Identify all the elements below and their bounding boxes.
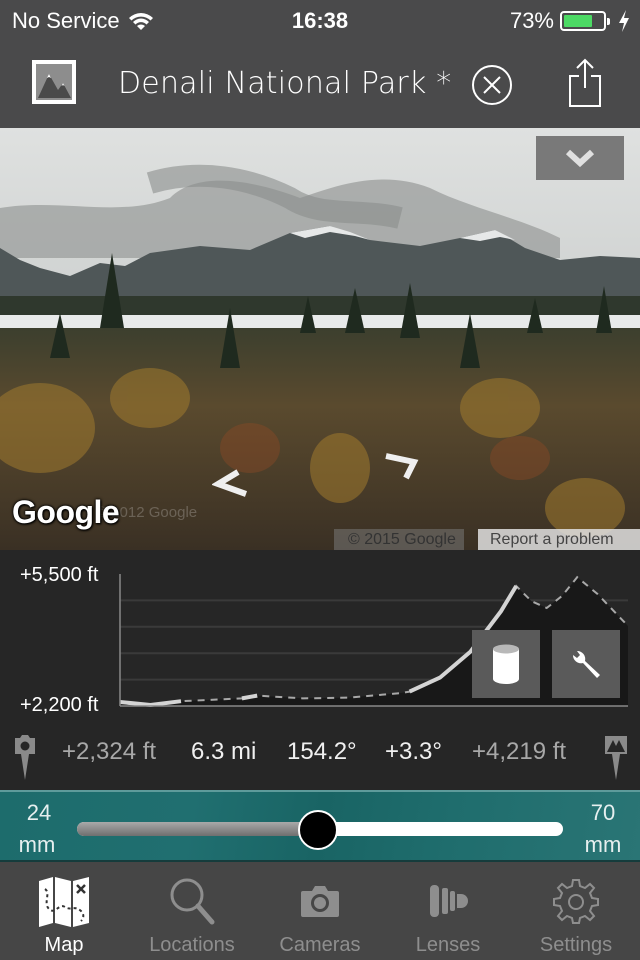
location-thumbnail[interactable] — [32, 60, 76, 104]
tab-cameras[interactable]: Cameras — [256, 862, 384, 960]
database-icon — [493, 644, 519, 684]
subject-elevation: +4,219 ft — [472, 738, 567, 765]
search-icon — [170, 878, 215, 925]
tab-lenses[interactable]: Lenses — [384, 862, 512, 960]
y-max-label: +5,500 ft — [20, 564, 99, 586]
gear-icon — [553, 879, 599, 924]
chevron-right-icon[interactable] — [384, 450, 424, 480]
y-min-label: +2,200 ft — [20, 694, 99, 716]
copyright-label: © 2015 Google — [334, 529, 464, 550]
chevron-left-icon[interactable] — [212, 468, 252, 498]
slider-max-unit: mm — [584, 832, 622, 857]
mountain-icon — [36, 64, 72, 100]
camera-elevation: +2,324 ft — [62, 738, 157, 765]
battery-level — [564, 15, 592, 27]
mountain-pin-icon[interactable] — [603, 734, 629, 782]
slider-track-filled — [77, 822, 320, 836]
camera-icon — [301, 886, 339, 917]
map-icon — [39, 877, 89, 927]
tab-bar: Map Locations Cameras Lenses Settings — [0, 862, 640, 960]
slider-max-value: 70 — [590, 800, 616, 825]
elevation-data-button[interactable] — [472, 630, 540, 698]
elevation-stats-row: +2,324 ft 6.3 mi 154.2° +3.3° +4,219 ft — [0, 726, 640, 780]
google-logo: Google — [12, 494, 120, 530]
slider-min-value: 24 — [26, 800, 52, 825]
street-view-panorama[interactable]: © 2012 Google — [0, 128, 640, 550]
nav-bar: Denali National Park * — [0, 42, 640, 128]
tab-label: Lenses — [415, 934, 481, 956]
charging-bolt-icon — [619, 10, 629, 32]
tab-label: Map — [44, 934, 84, 956]
battery-icon — [560, 11, 610, 31]
bearing-value: 154.2° — [287, 738, 357, 765]
tab-settings[interactable]: Settings — [512, 862, 640, 960]
focal-length-panel: 24 mm 70 mm — [0, 790, 640, 862]
elevation-profile-panel: +5,500 ft +2,200 ft +2,324 ft 6.3 mi 154… — [0, 550, 640, 790]
share-icon[interactable] — [565, 58, 605, 108]
panorama-image — [0, 128, 640, 550]
report-problem-link[interactable]: Report a problem — [478, 529, 640, 550]
chart-settings-button[interactable] — [552, 630, 620, 698]
status-right: 73% — [510, 8, 630, 34]
camera-pin-icon[interactable] — [12, 734, 38, 782]
tab-label: Settings — [539, 934, 613, 956]
battery-percent: 73% — [509, 8, 554, 33]
wrench-icon — [572, 650, 600, 678]
tab-map[interactable]: Map — [0, 862, 128, 960]
angle-value: +3.3° — [385, 738, 442, 765]
slider-min-unit: mm — [18, 832, 56, 857]
close-circle-icon[interactable] — [471, 64, 513, 106]
page-title[interactable]: Denali National Park * — [118, 66, 451, 101]
chevron-down-icon — [566, 149, 594, 168]
tab-label: Cameras — [279, 934, 361, 956]
lens-icon — [430, 885, 468, 917]
slider-thumb[interactable] — [298, 810, 338, 850]
status-bar: No Service 16:38 73% — [0, 0, 640, 42]
collapse-panorama-button[interactable] — [536, 136, 624, 180]
tab-label: Locations — [149, 934, 235, 956]
distance-value: 6.3 mi — [191, 738, 257, 765]
tab-locations[interactable]: Locations — [128, 862, 256, 960]
